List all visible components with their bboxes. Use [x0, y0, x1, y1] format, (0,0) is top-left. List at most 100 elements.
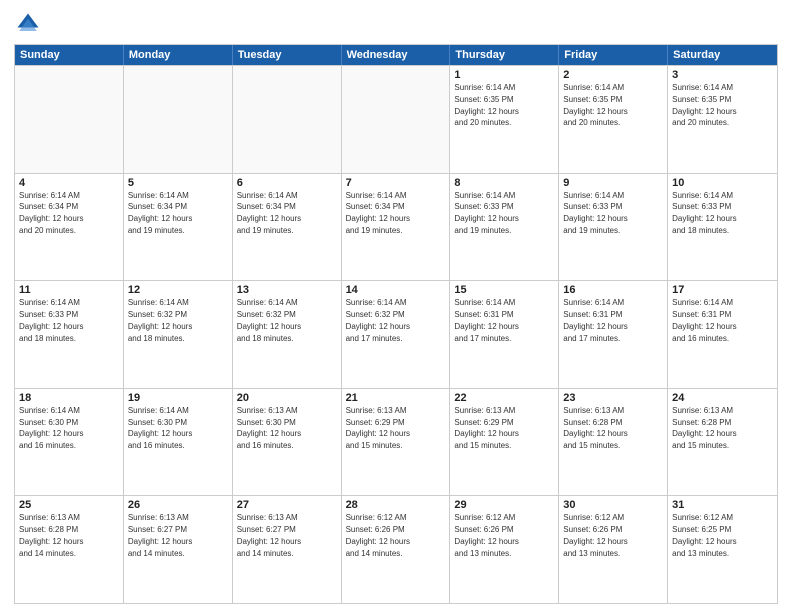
day-info: Sunrise: 6:13 AM Sunset: 6:28 PM Dayligh… [563, 406, 627, 450]
day-number: 21 [346, 392, 446, 404]
cal-cell-day-23: 23 Sunrise: 6:13 AM Sunset: 6:28 PM Dayli… [559, 389, 668, 496]
day-info: Sunrise: 6:12 AM Sunset: 6:26 PM Dayligh… [454, 513, 518, 557]
day-info: Sunrise: 6:14 AM Sunset: 6:34 PM Dayligh… [128, 191, 192, 235]
logo-icon [14, 10, 42, 38]
day-number: 24 [672, 392, 773, 404]
day-info: Sunrise: 6:14 AM Sunset: 6:35 PM Dayligh… [672, 83, 736, 127]
day-number: 29 [454, 499, 554, 511]
day-info: Sunrise: 6:14 AM Sunset: 6:31 PM Dayligh… [672, 298, 736, 342]
day-info: Sunrise: 6:13 AM Sunset: 6:28 PM Dayligh… [672, 406, 736, 450]
cal-cell-day-11: 11Sunrise: 6:14 AM Sunset: 6:33 PM Dayli… [15, 281, 124, 388]
cal-cell-day-1: 1 Sunrise: 6:14 AM Sunset: 6:35 PM Daylig… [450, 66, 559, 173]
cal-week-2: 4 Sunrise: 6:14 AM Sunset: 6:34 PM Daylig… [15, 173, 777, 281]
cal-cell-day-17: 17 Sunrise: 6:14 AM Sunset: 6:31 PM Dayli… [668, 281, 777, 388]
cal-cell-day-21: 21Sunrise: 6:13 AM Sunset: 6:29 PM Dayli… [342, 389, 451, 496]
day-number: 31 [672, 499, 773, 511]
day-number: 17 [672, 284, 773, 296]
day-number: 30 [563, 499, 663, 511]
cal-cell-day-28: 28Sunrise: 6:12 AM Sunset: 6:26 PM Dayli… [342, 496, 451, 603]
day-info: Sunrise: 6:14 AM Sunset: 6:34 PM Dayligh… [237, 191, 301, 235]
cal-cell-day-6: 6 Sunrise: 6:14 AM Sunset: 6:34 PM Daylig… [233, 174, 342, 281]
day-info: Sunrise: 6:14 AM Sunset: 6:35 PM Dayligh… [454, 83, 518, 127]
cal-header-cell-monday: Monday [124, 45, 233, 65]
cal-week-3: 11Sunrise: 6:14 AM Sunset: 6:33 PM Dayli… [15, 280, 777, 388]
day-info: Sunrise: 6:14 AM Sunset: 6:32 PM Dayligh… [237, 298, 301, 342]
day-number: 19 [128, 392, 228, 404]
day-number: 14 [346, 284, 446, 296]
day-info: Sunrise: 6:13 AM Sunset: 6:29 PM Dayligh… [454, 406, 518, 450]
cal-cell-day-16: 16 Sunrise: 6:14 AM Sunset: 6:31 PM Dayli… [559, 281, 668, 388]
cal-week-5: 25 Sunrise: 6:13 AM Sunset: 6:28 PM Dayli… [15, 495, 777, 603]
day-info: Sunrise: 6:13 AM Sunset: 6:27 PM Dayligh… [237, 513, 301, 557]
day-info: Sunrise: 6:14 AM Sunset: 6:33 PM Dayligh… [672, 191, 736, 235]
day-number: 25 [19, 499, 119, 511]
day-number: 1 [454, 69, 554, 81]
day-number: 8 [454, 177, 554, 189]
day-info: Sunrise: 6:14 AM Sunset: 6:33 PM Dayligh… [454, 191, 518, 235]
day-number: 16 [563, 284, 663, 296]
cal-week-4: 18 Sunrise: 6:14 AM Sunset: 6:30 PM Dayli… [15, 388, 777, 496]
header [14, 10, 778, 38]
cal-cell-day-27: 27Sunrise: 6:13 AM Sunset: 6:27 PM Dayli… [233, 496, 342, 603]
day-number: 12 [128, 284, 228, 296]
day-number: 22 [454, 392, 554, 404]
day-number: 9 [563, 177, 663, 189]
cal-cell-day-30: 30 Sunrise: 6:12 AM Sunset: 6:26 PM Dayli… [559, 496, 668, 603]
day-number: 20 [237, 392, 337, 404]
day-info: Sunrise: 6:14 AM Sunset: 6:30 PM Dayligh… [19, 406, 83, 450]
day-info: Sunrise: 6:12 AM Sunset: 6:25 PM Dayligh… [672, 513, 736, 557]
day-info: Sunrise: 6:12 AM Sunset: 6:26 PM Dayligh… [346, 513, 410, 557]
day-info: Sunrise: 6:13 AM Sunset: 6:30 PM Dayligh… [237, 406, 301, 450]
day-info: Sunrise: 6:14 AM Sunset: 6:31 PM Dayligh… [454, 298, 518, 342]
day-info: Sunrise: 6:12 AM Sunset: 6:26 PM Dayligh… [563, 513, 627, 557]
day-info: Sunrise: 6:13 AM Sunset: 6:28 PM Dayligh… [19, 513, 83, 557]
calendar: SundayMondayTuesdayWednesdayThursdayFrid… [14, 44, 778, 604]
day-number: 26 [128, 499, 228, 511]
cal-cell-day-22: 22 Sunrise: 6:13 AM Sunset: 6:29 PM Dayli… [450, 389, 559, 496]
cal-cell-day-10: 10 Sunrise: 6:14 AM Sunset: 6:33 PM Dayli… [668, 174, 777, 281]
calendar-header: SundayMondayTuesdayWednesdayThursdayFrid… [15, 45, 777, 65]
day-number: 18 [19, 392, 119, 404]
cal-cell-empty [233, 66, 342, 173]
cal-header-cell-saturday: Saturday [668, 45, 777, 65]
day-number: 6 [237, 177, 337, 189]
cal-cell-day-20: 20 Sunrise: 6:13 AM Sunset: 6:30 PM Dayli… [233, 389, 342, 496]
day-info: Sunrise: 6:13 AM Sunset: 6:27 PM Dayligh… [128, 513, 192, 557]
day-info: Sunrise: 6:14 AM Sunset: 6:31 PM Dayligh… [563, 298, 627, 342]
cal-header-cell-wednesday: Wednesday [342, 45, 451, 65]
day-info: Sunrise: 6:14 AM Sunset: 6:34 PM Dayligh… [346, 191, 410, 235]
day-info: Sunrise: 6:14 AM Sunset: 6:35 PM Dayligh… [563, 83, 627, 127]
cal-cell-day-9: 9 Sunrise: 6:14 AM Sunset: 6:33 PM Daylig… [559, 174, 668, 281]
cal-cell-day-5: 5Sunrise: 6:14 AM Sunset: 6:34 PM Daylig… [124, 174, 233, 281]
day-number: 3 [672, 69, 773, 81]
day-number: 4 [19, 177, 119, 189]
cal-cell-day-26: 26 Sunrise: 6:13 AM Sunset: 6:27 PM Dayli… [124, 496, 233, 603]
cal-header-cell-tuesday: Tuesday [233, 45, 342, 65]
day-number: 15 [454, 284, 554, 296]
day-number: 10 [672, 177, 773, 189]
day-info: Sunrise: 6:14 AM Sunset: 6:33 PM Dayligh… [563, 191, 627, 235]
day-number: 7 [346, 177, 446, 189]
cal-cell-day-19: 19 Sunrise: 6:14 AM Sunset: 6:30 PM Dayli… [124, 389, 233, 496]
cal-cell-day-12: 12Sunrise: 6:14 AM Sunset: 6:32 PM Dayli… [124, 281, 233, 388]
day-info: Sunrise: 6:14 AM Sunset: 6:32 PM Dayligh… [346, 298, 410, 342]
cal-cell-empty [15, 66, 124, 173]
cal-cell-day-2: 2 Sunrise: 6:14 AM Sunset: 6:35 PM Daylig… [559, 66, 668, 173]
cal-week-1: 1 Sunrise: 6:14 AM Sunset: 6:35 PM Daylig… [15, 65, 777, 173]
day-info: Sunrise: 6:14 AM Sunset: 6:30 PM Dayligh… [128, 406, 192, 450]
day-number: 2 [563, 69, 663, 81]
cal-header-cell-thursday: Thursday [450, 45, 559, 65]
day-number: 13 [237, 284, 337, 296]
day-info: Sunrise: 6:14 AM Sunset: 6:34 PM Dayligh… [19, 191, 83, 235]
page: SundayMondayTuesdayWednesdayThursdayFrid… [0, 0, 792, 612]
cal-cell-day-15: 15 Sunrise: 6:14 AM Sunset: 6:31 PM Dayli… [450, 281, 559, 388]
cal-cell-day-4: 4 Sunrise: 6:14 AM Sunset: 6:34 PM Daylig… [15, 174, 124, 281]
cal-cell-empty [342, 66, 451, 173]
day-number: 23 [563, 392, 663, 404]
cal-cell-day-14: 14 Sunrise: 6:14 AM Sunset: 6:32 PM Dayli… [342, 281, 451, 388]
cal-cell-day-7: 7 Sunrise: 6:14 AM Sunset: 6:34 PM Daylig… [342, 174, 451, 281]
cal-cell-day-25: 25 Sunrise: 6:13 AM Sunset: 6:28 PM Dayli… [15, 496, 124, 603]
cal-header-cell-sunday: Sunday [15, 45, 124, 65]
calendar-body: 1 Sunrise: 6:14 AM Sunset: 6:35 PM Daylig… [15, 65, 777, 603]
cal-cell-day-29: 29 Sunrise: 6:12 AM Sunset: 6:26 PM Dayli… [450, 496, 559, 603]
